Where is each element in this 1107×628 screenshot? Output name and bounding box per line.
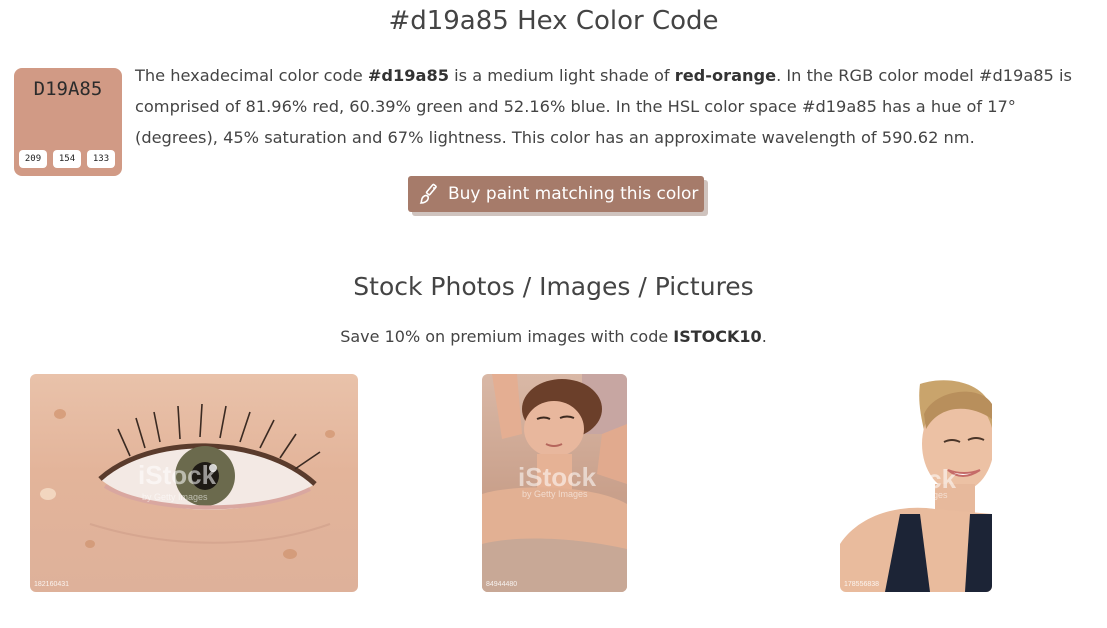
red-value-chip: 209 <box>19 150 47 168</box>
stock-section-title: Stock Photos / Images / Pictures <box>353 272 754 301</box>
photo-id: 178556838 <box>844 581 880 588</box>
page-title: #d19a85 Hex Color Code <box>388 6 719 36</box>
desc-code: #d19a85 <box>367 66 449 85</box>
desc-text-2: is a medium light shade of <box>448 66 675 85</box>
stock-photo-woman[interactable]: iStock by Getty Images 178556838 <box>840 374 992 592</box>
promo-code: ISTOCK10 <box>673 327 762 346</box>
paint-brush-icon <box>419 183 437 204</box>
desc-shade: red-orange <box>674 66 777 85</box>
istock-watermark: iStock <box>138 460 217 490</box>
color-description: The hexadecimal color code #d19a85 is a … <box>135 60 1095 153</box>
promo-pre: Save 10% on premium images with code <box>340 327 674 346</box>
buy-paint-label: Buy paint matching this color <box>448 184 699 204</box>
istock-watermark-sub: by Getty Images <box>882 490 948 500</box>
rgb-values: 209 154 133 <box>19 150 115 168</box>
green-value-chip: 154 <box>53 150 81 168</box>
promo-post: . <box>761 327 767 346</box>
buy-paint-button-wrap: Buy paint matching this color <box>408 176 708 216</box>
photo-id: 84944480 <box>486 581 518 588</box>
istock-watermark-sub: by Getty Images <box>142 492 208 502</box>
stock-photo-massage[interactable]: iStock by Getty Images 84944480 <box>482 374 627 592</box>
promo-text: Save 10% on premium images with code IST… <box>0 327 1107 346</box>
istock-watermark-sub: by Getty Images <box>522 489 588 499</box>
photo-id: 182160431 <box>34 581 70 588</box>
desc-text-1: The hexadecimal color code <box>135 66 368 85</box>
blue-value-chip: 133 <box>87 150 115 168</box>
buy-paint-button[interactable]: Buy paint matching this color <box>408 176 704 212</box>
swatch-hex-label: D19A85 <box>33 78 103 100</box>
color-swatch: D19A85 209 154 133 <box>14 68 122 176</box>
stock-photo-eye[interactable]: iStock by Getty Images 182160431 <box>30 374 358 592</box>
